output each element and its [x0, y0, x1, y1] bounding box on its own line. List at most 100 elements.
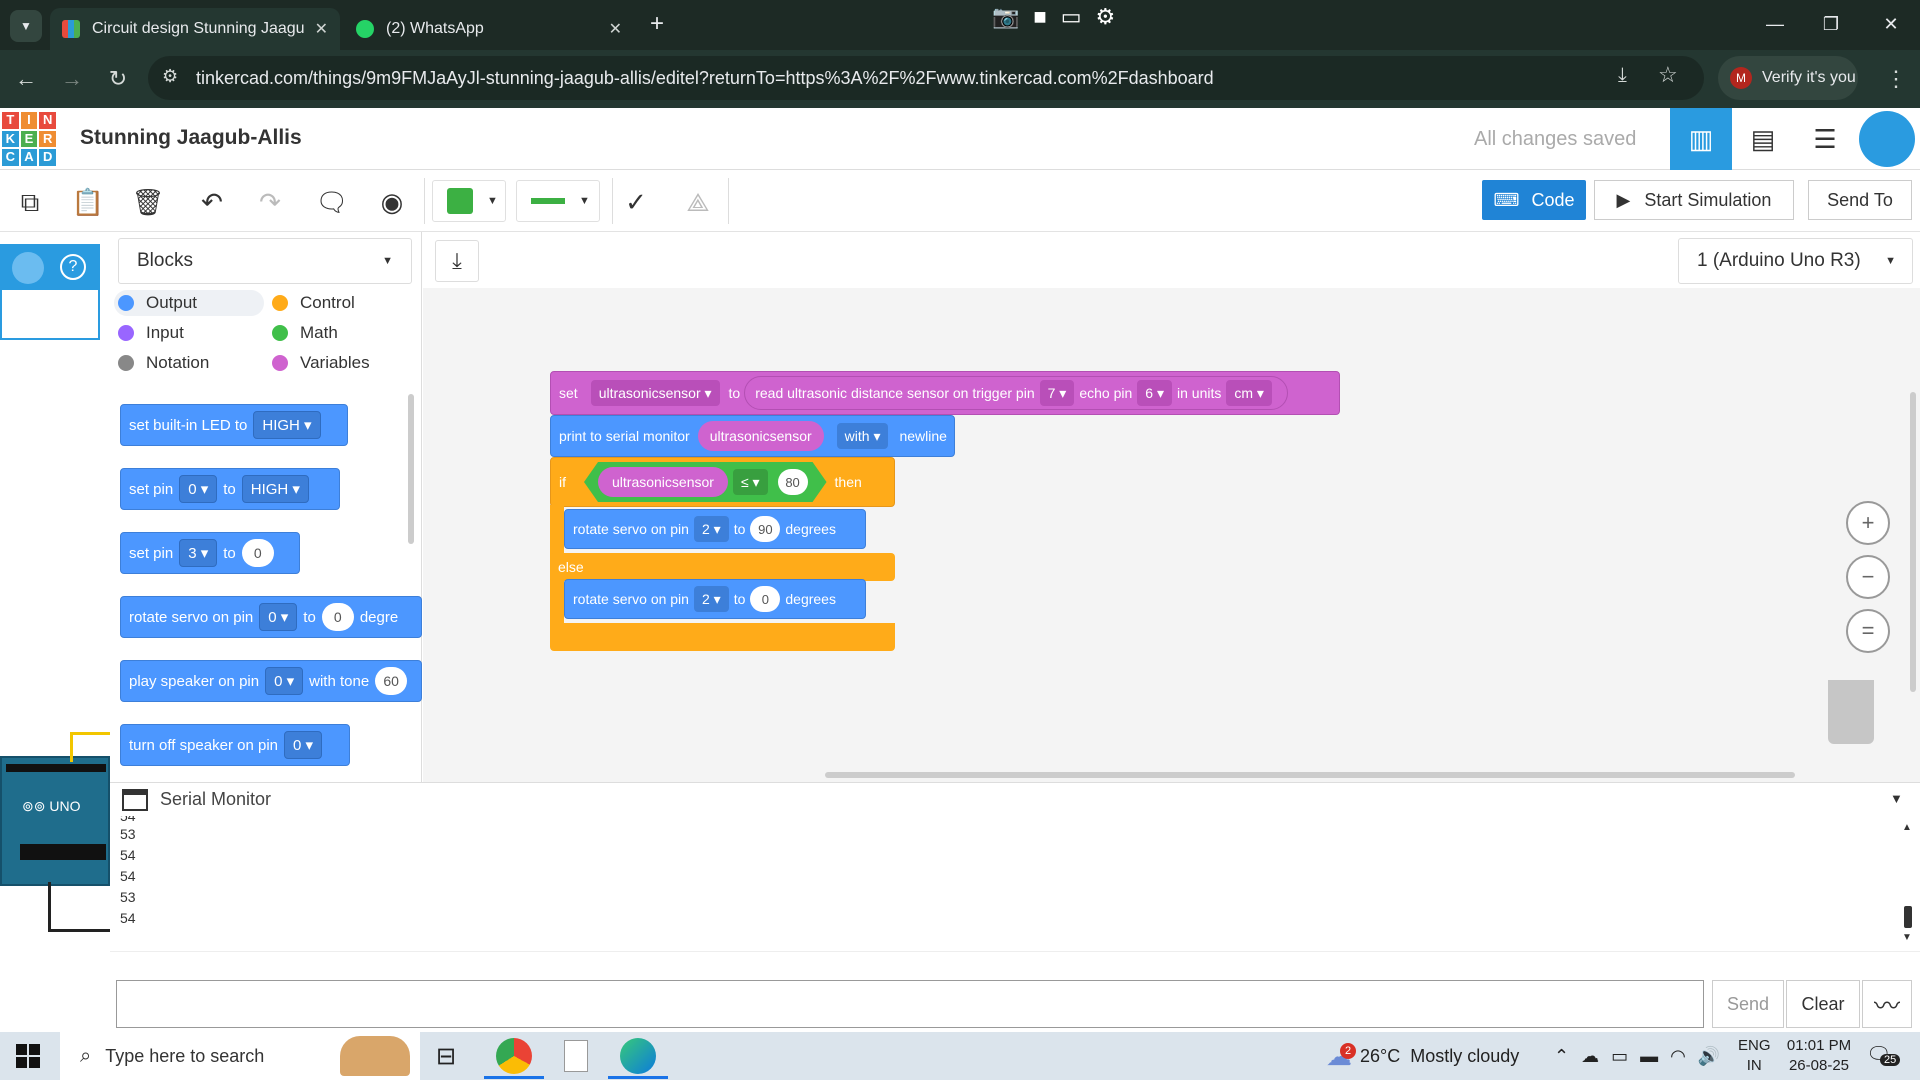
serial-scroll-up-icon[interactable]: ▲	[1902, 822, 1912, 833]
browser-menu-icon[interactable]: ⋮	[1880, 63, 1912, 95]
blocks-mode-select[interactable]: Blocks ▼	[118, 238, 412, 284]
code-workspace[interactable]: set ultrasonicsensor ▾ to read ultrasoni…	[423, 288, 1920, 782]
if-else-block[interactable]: if ultrasonicsensor ≤ ▾ 80 then else rot…	[550, 457, 895, 651]
palette-block-set-pin-analog[interactable]: set pin 3 ▾ to 0	[120, 532, 300, 574]
view-toggle-icon[interactable]: ◉	[372, 182, 412, 222]
reload-icon[interactable]: ↻	[102, 63, 134, 95]
flip-icon[interactable]: ⟁	[678, 182, 718, 222]
device-select[interactable]: 1 (Arduino Uno R3) ▼	[1678, 238, 1913, 284]
volume-icon[interactable]: 🔊	[1698, 1046, 1720, 1067]
send-to-button[interactable]: Send To	[1808, 180, 1912, 220]
newline-dropdown[interactable]: with ▾	[836, 423, 889, 449]
language-indicator[interactable]: ENG IN	[1738, 1036, 1771, 1076]
operator-dropdown[interactable]: ≤ ▾	[733, 469, 768, 495]
rotate-servo-block-else[interactable]: rotate servo on pin 2 ▾ to 0 degrees	[564, 579, 866, 619]
wire-color-dropdown[interactable]: ▼	[432, 180, 506, 222]
notification-center-icon[interactable]: 🗨 25	[1866, 1042, 1901, 1067]
help-icon[interactable]: ?	[60, 254, 86, 280]
palette-block-turn-off-speaker[interactable]: turn off speaker on pin 0 ▾	[120, 724, 350, 766]
palette-block-set-pin[interactable]: set pin 0 ▾ to HIGH ▾	[120, 468, 340, 510]
pin-dropdown[interactable]: 0 ▾	[179, 475, 218, 503]
schematic-view-button[interactable]: ▤	[1732, 108, 1794, 170]
tab-close-icon[interactable]: ✕	[609, 19, 622, 39]
pin-dropdown[interactable]: 2 ▾	[693, 586, 729, 612]
component-list-button[interactable]: ☰	[1794, 108, 1856, 170]
download-code-button[interactable]: ⤓	[435, 240, 479, 282]
wifi-icon[interactable]: ◠	[1670, 1046, 1686, 1067]
zoom-out-icon[interactable]: −	[1846, 555, 1890, 599]
arduino-board[interactable]: ⊚⊚ UNO	[0, 756, 110, 886]
file-taskbar-icon[interactable]	[564, 1040, 588, 1072]
forward-icon[interactable]: →	[56, 63, 88, 95]
video-icon[interactable]: ■	[1033, 4, 1046, 30]
palette-scrollbar[interactable]	[408, 394, 414, 544]
serial-graph-icon[interactable]: 〰	[1862, 980, 1912, 1028]
palette-block-play-speaker[interactable]: play speaker on pin 0 ▾ with tone 60	[120, 660, 422, 702]
palette-block-rotate-servo[interactable]: rotate servo on pin 0 ▾ to 0 degre	[120, 596, 422, 638]
category-input[interactable]: Input	[118, 320, 184, 346]
tone-input[interactable]: 60	[375, 667, 408, 695]
rotate-servo-block-then[interactable]: rotate servo on pin 2 ▾ to 90 degrees	[564, 509, 866, 549]
zoom-reset-icon[interactable]: =	[1846, 609, 1890, 653]
start-simulation-button[interactable]: ▶ Start Simulation	[1594, 180, 1794, 220]
zoom-in-icon[interactable]: +	[1846, 501, 1890, 545]
ultrasonic-reporter[interactable]: read ultrasonic distance sensor on trigg…	[744, 376, 1288, 410]
chrome-taskbar-icon[interactable]	[496, 1038, 532, 1074]
pin-dropdown[interactable]: 2 ▾	[693, 516, 729, 542]
condition-hexagon[interactable]: ultrasonicsensor ≤ ▾ 80	[584, 462, 827, 502]
address-bar[interactable]: ⚙ tinkercad.com/things/9m9FMJaAyJl-stunn…	[148, 56, 1704, 100]
paste-icon[interactable]: 📋	[68, 182, 108, 222]
site-info-icon[interactable]: ⚙	[162, 66, 178, 87]
pin-dropdown[interactable]: 3 ▾	[179, 539, 218, 567]
value-dropdown[interactable]: HIGH ▾	[253, 411, 321, 439]
meet-icon[interactable]: ▭	[1611, 1046, 1628, 1067]
category-output[interactable]: Output	[114, 290, 264, 316]
horizontal-scrollbar[interactable]	[825, 772, 1795, 778]
collapse-icon[interactable]: ▼	[1890, 791, 1903, 806]
threshold-input[interactable]: 80	[778, 469, 808, 495]
category-variables[interactable]: Variables	[272, 350, 370, 376]
units-dropdown[interactable]: cm ▾	[1226, 380, 1272, 406]
user-avatar[interactable]	[1856, 108, 1918, 170]
undo-icon[interactable]: ↶	[192, 182, 232, 222]
install-app-icon[interactable]: ⤓	[1618, 64, 1627, 87]
value-dropdown[interactable]: HIGH ▾	[241, 475, 309, 503]
windows-start-icon[interactable]	[16, 1044, 40, 1068]
tab-tinkercad[interactable]: Circuit design Stunning Jaagub-Allis ✕	[50, 8, 340, 50]
tab-whatsapp[interactable]: (2) WhatsApp ✕	[344, 8, 634, 50]
wire-black[interactable]	[48, 882, 110, 932]
inspector-toggle-icon[interactable]	[12, 252, 44, 284]
serial-clear-button[interactable]: Clear	[1786, 980, 1860, 1028]
delete-icon[interactable]: 🗑	[128, 182, 168, 222]
restore-button[interactable]: ❐	[1808, 8, 1854, 40]
wire-type-dropdown[interactable]: ▼	[516, 180, 600, 222]
angle-input[interactable]: 90	[750, 516, 781, 542]
serial-scrollbar[interactable]	[1904, 906, 1912, 928]
category-math[interactable]: Math	[272, 320, 338, 346]
tinkercad-logo[interactable]: T I N K E R C A D	[2, 112, 56, 166]
verify-profile-button[interactable]: M Verify it's you	[1718, 56, 1858, 100]
system-tray-icons[interactable]: ⌃ ☁ ▭ ▬ ◠ 🔊	[1554, 1032, 1720, 1080]
print-serial-block[interactable]: print to serial monitor ultrasonicsensor…	[550, 415, 955, 457]
variable-dropdown[interactable]: ultrasonicsensor ▾	[590, 380, 720, 406]
category-notation[interactable]: Notation	[118, 350, 209, 376]
battery-icon[interactable]: ▬	[1640, 1046, 1658, 1067]
onedrive-icon[interactable]: ☁	[1581, 1046, 1599, 1067]
code-button[interactable]: ⌨ Code	[1482, 180, 1586, 220]
set-variable-block[interactable]: set ultrasonicsensor ▾ to read ultrasoni…	[550, 371, 1340, 415]
rotate-icon[interactable]: ✓	[616, 182, 656, 222]
pin-dropdown[interactable]: 0 ▾	[259, 603, 298, 631]
palette-block-set-builtin-led[interactable]: set built-in LED to HIGH ▾	[120, 404, 348, 446]
project-name[interactable]: Stunning Jaagub-Allis	[80, 126, 302, 150]
notes-icon[interactable]: 🗨	[312, 182, 352, 222]
variable-reporter[interactable]: ultrasonicsensor	[598, 467, 728, 497]
taskbar-search[interactable]: ⌕ Type here to search	[60, 1032, 420, 1080]
variable-reporter[interactable]: ultrasonicsensor	[697, 421, 824, 451]
serial-input[interactable]	[116, 980, 1704, 1028]
bookmark-star-icon[interactable]: ☆	[1658, 62, 1678, 88]
pin-dropdown[interactable]: 0 ▾	[284, 731, 323, 759]
angle-input[interactable]: 0	[750, 586, 781, 612]
back-icon[interactable]: ←	[10, 63, 42, 95]
trigger-pin-dropdown[interactable]: 7 ▾	[1039, 380, 1075, 406]
new-tab-button[interactable]: +	[650, 10, 664, 38]
